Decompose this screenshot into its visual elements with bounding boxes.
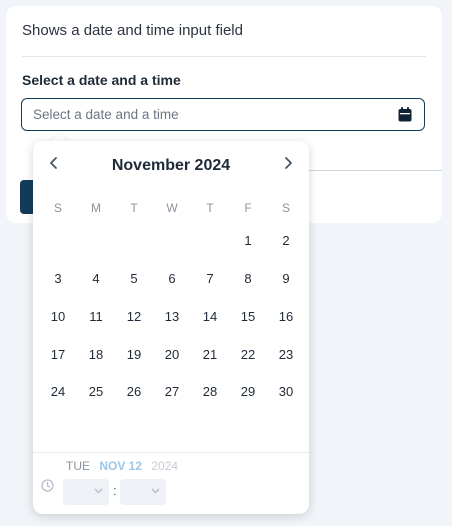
calendar-day[interactable]: 20 [153,347,191,362]
card-divider [306,170,442,171]
weekday-label: F [244,201,252,215]
calendar-day[interactable]: 16 [267,309,305,324]
hour-select[interactable] [63,479,109,505]
calendar-day[interactable]: 7 [191,271,229,286]
calendar-day[interactable]: 5 [115,271,153,286]
calendar-day[interactable]: 21 [191,347,229,362]
calendar-day [39,233,77,248]
calendar-day[interactable]: 11 [77,309,115,324]
calendar-day [115,233,153,248]
weekday-label: T [206,201,214,215]
chevron-down-icon [94,488,103,494]
calendar-day[interactable]: 17 [39,347,77,362]
calendar-day[interactable]: 27 [153,384,191,399]
calendar-day[interactable]: 24 [39,384,77,399]
datetime-input-placeholder: Select a date and a time [33,107,179,122]
calendar-day[interactable]: 15 [229,309,267,324]
calendar-day[interactable]: 4 [77,271,115,286]
calendar-day[interactable]: 29 [229,384,267,399]
calendar-day[interactable]: 1 [229,233,267,248]
calendar-day[interactable]: 18 [77,347,115,362]
calendar-week: 24 25 26 27 28 29 30 [39,384,305,399]
time-section-divider [33,452,309,453]
datetime-input[interactable]: Select a date and a time [21,98,425,131]
datetime-picker-popup: November 2024 S M T W T F S 1 2 3 4 5 6 … [33,141,309,514]
selected-month-day: NOV 12 [99,459,143,473]
time-separator: : [113,483,117,498]
chevron-down-icon [151,488,160,494]
calendar-day [191,233,229,248]
selected-year: 2024 [151,459,179,473]
calendar-day[interactable]: 2 [267,233,305,248]
calendar-week: 3 4 5 6 7 8 9 [39,271,305,286]
description-text: Shows a date and time input field [22,22,243,39]
minute-select[interactable] [120,479,166,505]
calendar-day[interactable]: 6 [153,271,191,286]
calendar-day[interactable]: 8 [229,271,267,286]
selected-date-summary: TUE NOV 12 2024 [66,459,178,473]
calendar-day[interactable]: 25 [77,384,115,399]
calendar-day [153,233,191,248]
calendar-day[interactable]: 28 [191,384,229,399]
calendar-day[interactable]: 12 [115,309,153,324]
weekday-label: S [281,201,290,215]
calendar-day[interactable]: 22 [229,347,267,362]
calendar-day[interactable]: 3 [39,271,77,286]
weekday-header: S M T W T F S [39,201,305,215]
clock-icon [41,479,54,492]
calendar-day[interactable]: 23 [267,347,305,362]
weekday-label: T [130,201,138,215]
weekday-label: W [166,201,178,215]
selected-weekday: TUE [66,459,90,473]
calendar-day[interactable]: 14 [191,309,229,324]
divider [22,56,426,57]
calendar-day [77,233,115,248]
calendar-week: 1 2 [39,233,305,248]
chevron-right-icon[interactable] [280,155,296,171]
calendar-day[interactable]: 10 [39,309,77,324]
calendar-day[interactable]: 30 [267,384,305,399]
calendar-month-label: November 2024 [111,157,231,174]
calendar-day[interactable]: 9 [267,271,305,286]
calendar-day[interactable]: 26 [115,384,153,399]
calendar-day[interactable]: 13 [153,309,191,324]
calendar-icon[interactable] [398,107,412,122]
calendar-week: 17 18 19 20 21 22 23 [39,347,305,362]
calendar-day[interactable]: 19 [115,347,153,362]
weekday-label: S [53,201,62,215]
field-label: Select a date and a time [22,72,181,88]
calendar-week: 10 11 12 13 14 15 16 [39,309,305,324]
weekday-label: M [91,201,101,215]
